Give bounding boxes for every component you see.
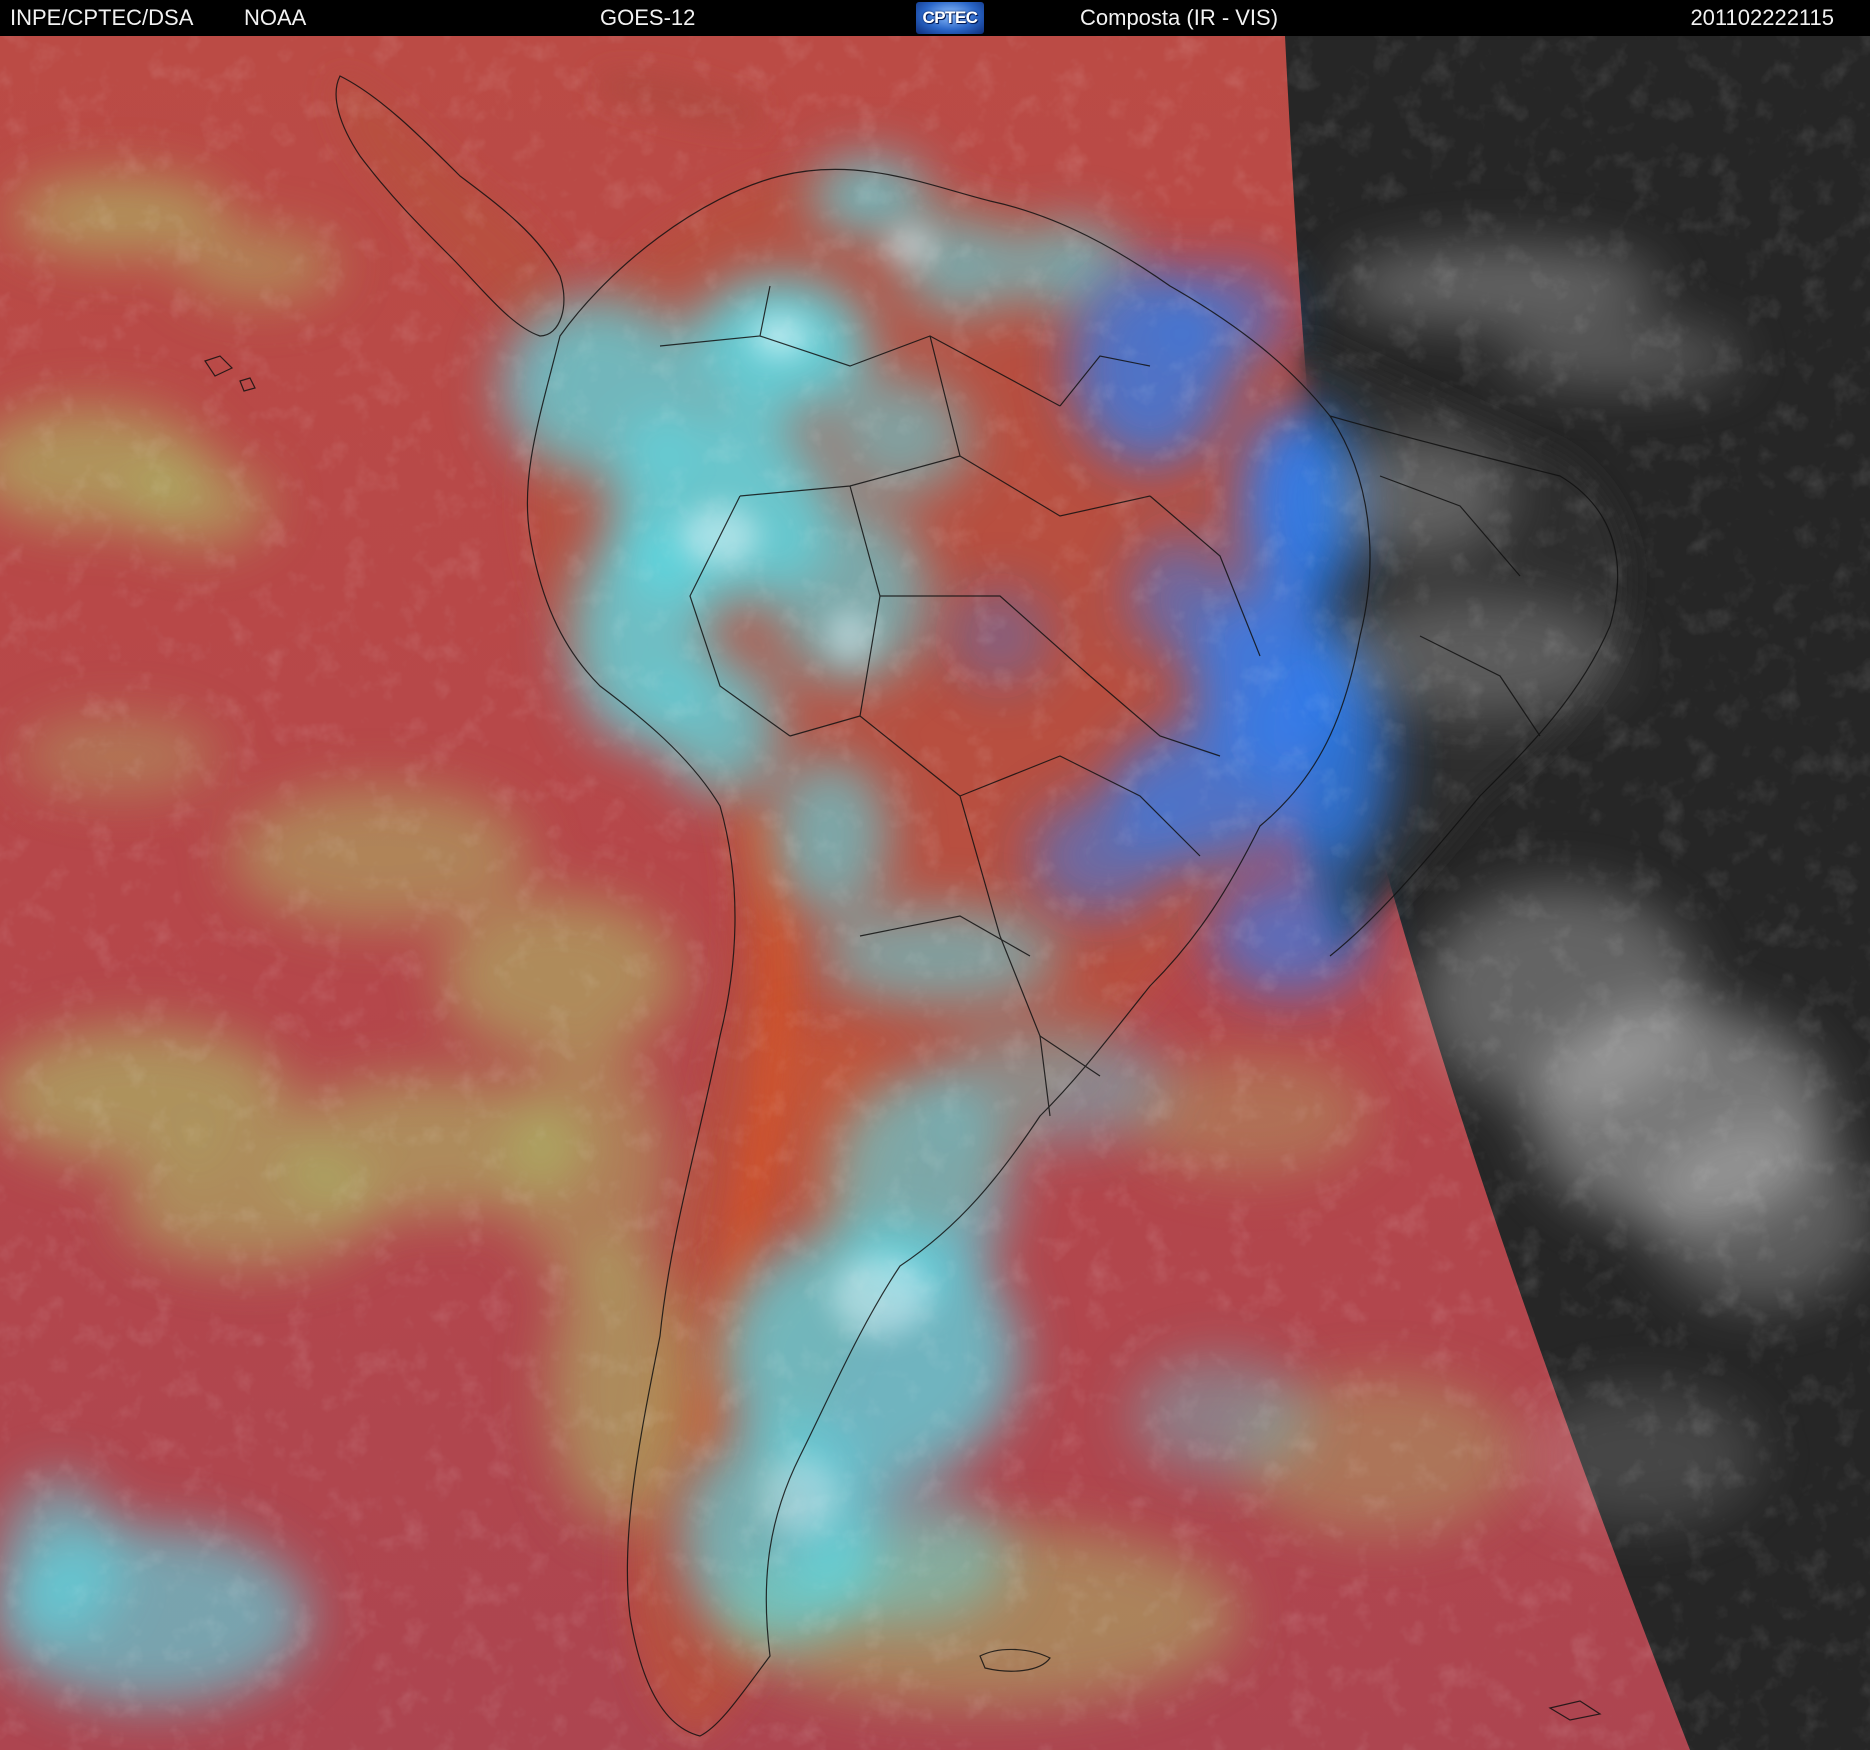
cptec-logo-icon: CPTEC [916,2,984,34]
satellite-composite-map [0,36,1870,1750]
product-label: Composta (IR - VIS) [1080,5,1279,30]
composite-image [0,36,1870,1750]
satellite-label: GOES-12 [600,5,696,30]
texture-noise [0,36,1870,1750]
agency-label: NOAA [244,5,307,30]
satellite-image-viewer: INPE/CPTEC/DSA NOAA GOES-12 CPTEC Compos… [0,0,1870,1750]
logo-text: CPTEC [922,8,978,27]
organization-label: INPE/CPTEC/DSA [10,5,194,30]
timestamp-label: 201102222115 [1690,5,1834,30]
image-header-bar: INPE/CPTEC/DSA NOAA GOES-12 CPTEC Compos… [0,0,1870,37]
